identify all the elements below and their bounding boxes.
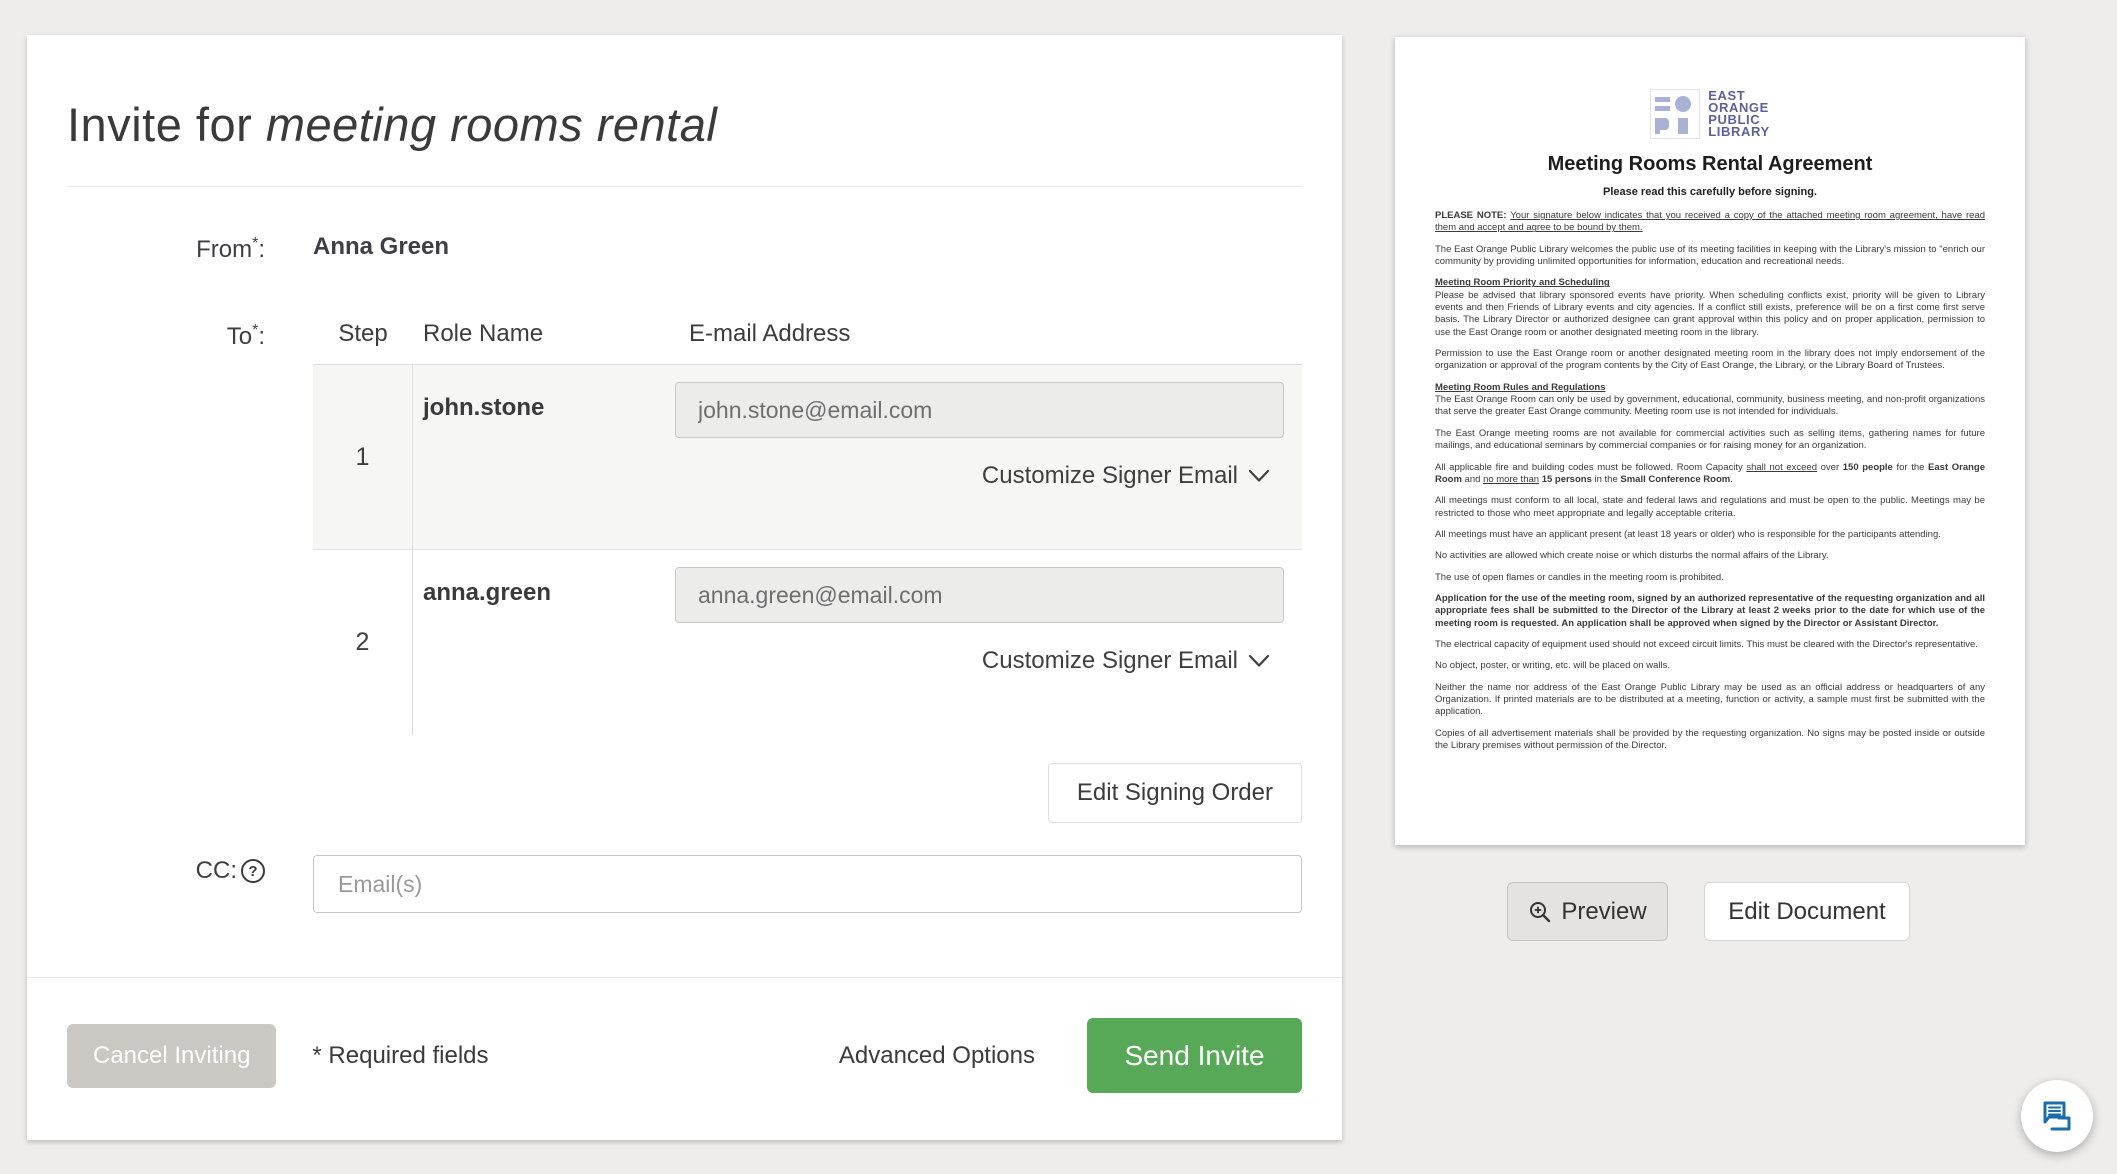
cc-emails-input[interactable] <box>313 855 1302 913</box>
column-header-email-address: E-mail Address <box>675 320 1302 348</box>
document-preview-page: EAST ORANGE PUBLIC LIBRARY Meeting Rooms… <box>1395 37 2025 845</box>
customize-signer-email-link[interactable]: Customize Signer Email <box>982 462 1270 490</box>
invite-panel: Invite for meeting rooms rental From*: A… <box>27 35 1342 1140</box>
document-paragraph: Neither the name nor address of the East… <box>1435 682 1985 719</box>
document-paragraph: PLEASE NOTE: Your signature below indica… <box>1435 210 1985 235</box>
document-paragraph: Meeting Room Priority and SchedulingPlea… <box>1435 277 1985 339</box>
signer-row: 2 anna.green Customize Signer Email <box>313 550 1302 735</box>
document-paragraph: All applicable fire and building codes m… <box>1435 462 1985 487</box>
page-title-prefix: Invite for <box>67 98 266 151</box>
from-row: From*: Anna Green <box>67 233 1302 264</box>
question-circle-icon[interactable]: ? <box>241 859 265 883</box>
from-value: Anna Green <box>313 233 1302 261</box>
zoom-in-icon <box>1528 900 1552 924</box>
cancel-inviting-button[interactable]: Cancel Inviting <box>67 1024 276 1088</box>
document-paragraph: Meeting Room Rules and RegulationsThe Ea… <box>1435 382 1985 419</box>
column-header-role-name: Role Name <box>413 320 675 348</box>
document-paragraph: The electrical capacity of equipment use… <box>1435 639 1985 651</box>
document-title: Meeting Rooms Rental Agreement <box>1395 153 2025 176</box>
document-paragraph: The use of open flames or candles in the… <box>1435 572 1985 584</box>
document-paragraph: All meetings must have an applicant pres… <box>1435 529 1985 541</box>
signer-step-number: 2 <box>313 550 413 735</box>
required-fields-note: * Required fields <box>312 1042 488 1070</box>
library-logo-text: EAST ORANGE PUBLIC LIBRARY <box>1708 90 1770 138</box>
page-title: Invite for meeting rooms rental <box>67 97 1302 152</box>
edit-signing-order-row: Edit Signing Order <box>313 763 1302 823</box>
document-paragraph: Copies of all advertisement materials sh… <box>1435 728 1985 753</box>
document-subtitle: Please read this carefully before signin… <box>1395 186 2025 198</box>
signers-rows: 1 john.stone Customize Signer Email 2 an… <box>313 365 1302 735</box>
document-paragraph: No activities are allowed which create n… <box>1435 550 1985 562</box>
signer-step-number: 1 <box>313 365 413 549</box>
document-paragraph: No object, poster, or writing, etc. will… <box>1435 660 1985 672</box>
document-body-text: PLEASE NOTE: Your signature below indica… <box>1435 210 1985 752</box>
signer-email-input[interactable] <box>675 382 1284 438</box>
signer-row: 1 john.stone Customize Signer Email <box>313 365 1302 550</box>
document-paragraph: Permission to use the East Orange room o… <box>1435 348 1985 373</box>
to-row: To*: Step Role Name E-mail Address 1 joh… <box>67 320 1302 823</box>
chevron-down-icon <box>1248 654 1270 668</box>
edit-document-button[interactable]: Edit Document <box>1704 882 1910 941</box>
title-divider <box>67 186 1302 187</box>
to-label: To*: <box>67 320 265 351</box>
signers-table-header: Step Role Name E-mail Address <box>313 320 1302 365</box>
signer-role-name: anna.green <box>423 567 675 607</box>
invite-footer: Cancel Inviting * Required fields Advanc… <box>67 1018 1302 1093</box>
cc-row: CC: ? <box>67 855 1302 913</box>
signer-email-input[interactable] <box>675 567 1284 623</box>
support-chat-button[interactable] <box>2021 1080 2093 1152</box>
document-paragraph: Application for the use of the meeting r… <box>1435 593 1985 630</box>
cc-label: CC: ? <box>67 855 265 885</box>
document-paragraph: The East Orange Public Library welcomes … <box>1435 244 1985 269</box>
document-paragraph: The East Orange meeting rooms are not av… <box>1435 428 1985 453</box>
page-title-document-name: meeting rooms rental <box>266 98 717 151</box>
footer-divider <box>27 977 1342 978</box>
document-paragraph: All meetings must conform to all local, … <box>1435 495 1985 520</box>
library-logo-icon <box>1650 89 1700 139</box>
advanced-options-link[interactable]: Advanced Options <box>839 1042 1035 1070</box>
column-header-step: Step <box>313 320 413 348</box>
chevron-down-icon <box>1248 469 1270 483</box>
from-label: From*: <box>67 233 265 264</box>
library-logo: EAST ORANGE PUBLIC LIBRARY <box>1395 89 2025 139</box>
preview-button[interactable]: Preview <box>1507 882 1668 941</box>
chat-messages-icon <box>2037 1096 2077 1136</box>
send-invite-button[interactable]: Send Invite <box>1087 1018 1302 1093</box>
signer-role-name: john.stone <box>423 382 675 422</box>
customize-signer-email-link[interactable]: Customize Signer Email <box>982 647 1270 675</box>
signers-table: Step Role Name E-mail Address 1 john.sto… <box>313 320 1302 823</box>
edit-signing-order-button[interactable]: Edit Signing Order <box>1048 763 1302 823</box>
